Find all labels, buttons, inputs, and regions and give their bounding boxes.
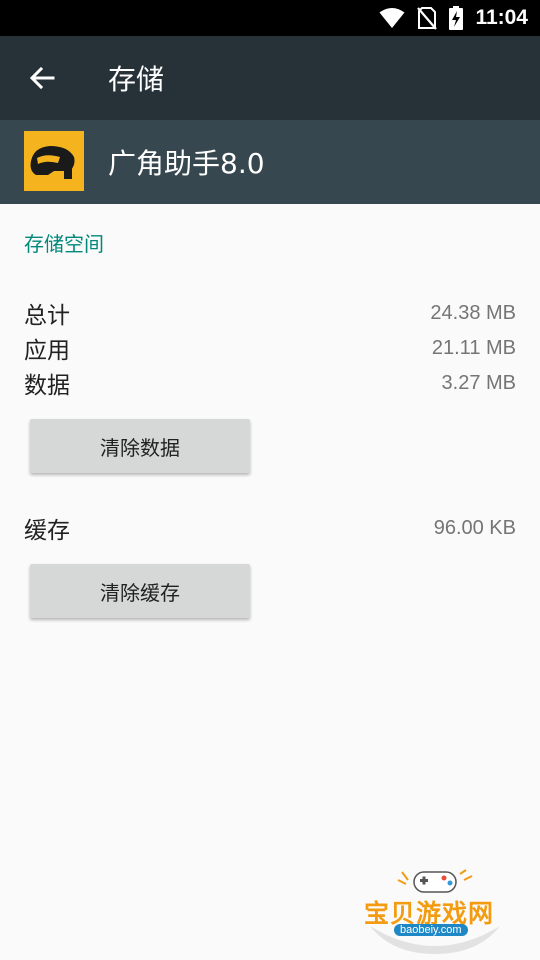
watermark: 宝贝游戏网 baobeiy.com [360,866,510,954]
page-title: 存储 [108,63,165,96]
toolbar: 存储 [0,36,540,120]
storage-row-app: 应用 21.11 MB [24,331,516,365]
wifi-icon [379,8,405,28]
cache-row: 缓存 96.00 KB [24,511,516,545]
clear-data-button[interactable]: 清除数据 [30,419,250,473]
no-sim-icon [417,7,438,30]
row-label: 总计 [24,303,70,329]
status-bar: 11:04 [0,0,540,36]
row-value: 21.11 MB [431,336,516,359]
arrow-left-icon [29,66,55,90]
back-button[interactable] [20,56,64,100]
clear-cache-button[interactable]: 清除缓存 [30,564,250,618]
watermark-url: baobeiy.com [394,924,468,936]
app-header: 广角助手8.0 [0,120,540,204]
storage-row-total: 总计 24.38 MB [24,296,516,330]
row-label: 应用 [24,338,70,364]
app-name: 广角助手8.0 [108,147,265,180]
row-value: 24.38 MB [430,301,516,324]
app-icon [24,131,84,191]
cache-value: 96.00 KB [433,516,516,539]
helmet-icon [30,146,75,179]
storage-section-title: 存储空间 [24,232,104,256]
row-value: 3.27 MB [441,371,516,394]
battery-charging-icon [449,6,464,30]
status-time: 11:04 [475,6,528,29]
cache-label: 缓存 [24,518,70,544]
row-label: 数据 [24,373,70,399]
status-icons: 11:04 [379,0,528,36]
storage-row-data: 数据 3.27 MB [24,366,516,400]
